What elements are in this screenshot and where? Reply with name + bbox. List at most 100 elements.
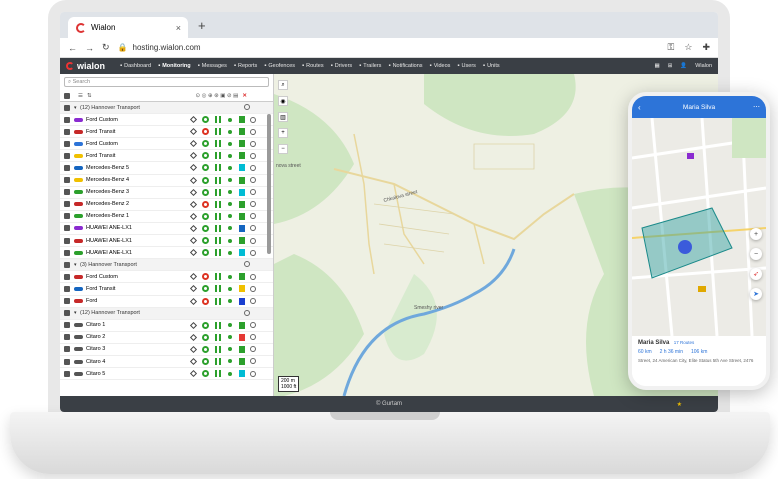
- menu-item-reports[interactable]: ▪ Reports: [234, 63, 257, 69]
- menu-circle-icon[interactable]: [249, 298, 256, 304]
- apps-icon[interactable]: ⊞: [668, 63, 673, 69]
- menu-circle-icon[interactable]: [249, 334, 256, 341]
- row-checkbox[interactable]: [64, 177, 70, 184]
- menu-item-geofences[interactable]: ▪ Geofences: [264, 63, 295, 69]
- row-checkbox[interactable]: [64, 213, 70, 220]
- locate-icon[interactable]: [189, 273, 198, 281]
- locate-icon[interactable]: [189, 140, 198, 148]
- unit-row[interactable]: Mercedes-Benz 4: [60, 175, 273, 187]
- url-field[interactable]: 🔒 hosting.wialon.com: [118, 43, 201, 52]
- locate-icon[interactable]: [189, 212, 198, 220]
- row-checkbox[interactable]: [64, 140, 70, 147]
- unit-row[interactable]: Citaro 1: [60, 320, 273, 332]
- unit-row[interactable]: Ford Custom: [60, 114, 273, 127]
- row-checkbox[interactable]: [64, 322, 70, 329]
- row-checkbox[interactable]: [64, 165, 70, 172]
- menu-item-units[interactable]: ▪ Units: [483, 63, 500, 69]
- forward-arrow-icon[interactable]: →: [85, 43, 94, 53]
- row-checkbox[interactable]: [64, 225, 70, 232]
- menu-circle-icon[interactable]: [249, 346, 256, 353]
- unit-row[interactable]: Ford: [60, 296, 273, 308]
- menu-circle-icon[interactable]: [249, 140, 256, 147]
- locate-icon[interactable]: [189, 224, 198, 232]
- locate-icon[interactable]: [189, 128, 198, 136]
- menu-circle-icon[interactable]: [249, 370, 256, 377]
- menu-item-videos[interactable]: ▪ Videos: [430, 63, 451, 69]
- phone-unit-card[interactable]: Maria Silva 17 Routes 60 km 2 h 36 min 1…: [632, 336, 766, 386]
- wialon-brand[interactable]: wialon: [66, 61, 105, 71]
- menu-circle-icon[interactable]: [244, 309, 250, 316]
- locate-icon[interactable]: [189, 249, 198, 257]
- locate-icon[interactable]: [189, 285, 198, 293]
- locate-icon[interactable]: [189, 297, 198, 305]
- unit-row[interactable]: Mercedes-Benz 1: [60, 211, 273, 223]
- map-zoom-in-button[interactable]: +: [278, 128, 288, 138]
- menu-circle-icon[interactable]: [249, 358, 256, 365]
- phone-map[interactable]: + − ➶ ➤: [632, 118, 766, 336]
- menu-circle-icon[interactable]: [249, 249, 256, 256]
- group-row[interactable]: ▾ (12) Hannover Transport: [60, 307, 273, 320]
- user-name[interactable]: Wialon: [695, 63, 712, 69]
- menu-item-messages[interactable]: ▪ Messages: [198, 63, 227, 69]
- menu-circle-icon[interactable]: [249, 322, 256, 329]
- menu-circle-icon[interactable]: [249, 116, 256, 123]
- menu-circle-icon[interactable]: [244, 261, 250, 268]
- phone-compass-icon[interactable]: ➶: [750, 268, 762, 280]
- locate-icon[interactable]: [189, 152, 198, 160]
- map-zoom-out-button[interactable]: −: [278, 144, 288, 154]
- menu-circle-icon[interactable]: [249, 128, 256, 135]
- row-checkbox[interactable]: [64, 237, 70, 244]
- menu-circle-icon[interactable]: [249, 225, 256, 232]
- locate-icon[interactable]: [189, 321, 198, 329]
- sort-icon[interactable]: ⇅: [87, 93, 92, 99]
- unit-row[interactable]: HUAWEI ANE-LX1: [60, 223, 273, 236]
- more-icon[interactable]: ⋯: [753, 103, 760, 111]
- menu-circle-icon[interactable]: [249, 237, 256, 244]
- close-icon[interactable]: ✕: [242, 93, 247, 99]
- locate-icon[interactable]: [189, 164, 198, 172]
- row-checkbox[interactable]: [64, 310, 70, 317]
- back-chevron-icon[interactable]: ‹: [638, 103, 641, 112]
- user-icon[interactable]: 👤: [680, 63, 687, 69]
- menu-item-users[interactable]: ▪ Users: [457, 63, 476, 69]
- map-search-icon[interactable]: ⌕: [278, 80, 288, 90]
- row-checkbox[interactable]: [64, 116, 70, 123]
- unit-row[interactable]: Citaro 5: [60, 368, 273, 381]
- phone-zoom-out-button[interactable]: −: [750, 248, 762, 260]
- locate-icon[interactable]: [189, 370, 198, 378]
- locate-icon[interactable]: [189, 200, 198, 208]
- menu-circle-icon[interactable]: [249, 152, 256, 159]
- unit-row[interactable]: Ford Custom: [60, 271, 273, 284]
- tab-close-icon[interactable]: ×: [176, 23, 181, 33]
- menu-circle-icon[interactable]: [249, 189, 256, 196]
- row-checkbox[interactable]: [64, 249, 70, 256]
- map-eye-icon[interactable]: ◉: [278, 96, 288, 106]
- unit-row[interactable]: Ford Transit: [60, 150, 273, 163]
- row-checkbox[interactable]: [64, 298, 70, 305]
- menu-circle-icon[interactable]: [249, 201, 256, 208]
- menu-circle-icon[interactable]: [249, 273, 256, 280]
- row-checkbox[interactable]: [64, 201, 70, 208]
- menu-item-monitoring[interactable]: ▪ Monitoring: [158, 63, 191, 69]
- unit-row[interactable]: Ford Custom: [60, 138, 273, 151]
- search-input[interactable]: ⌕ Search: [64, 77, 269, 87]
- unit-row[interactable]: HUAWEI ANE-LX1: [60, 247, 273, 260]
- phone-location-icon[interactable]: ➤: [750, 288, 762, 300]
- unit-row[interactable]: HUAWEI ANE-LX1: [60, 235, 273, 248]
- map-layers-icon[interactable]: ▥: [278, 112, 288, 122]
- unit-row[interactable]: Ford Transit: [60, 283, 273, 296]
- menu-circle-icon[interactable]: [249, 164, 256, 171]
- menu-circle-icon[interactable]: [249, 285, 256, 292]
- row-checkbox[interactable]: [64, 128, 70, 135]
- locate-icon[interactable]: [189, 236, 198, 245]
- menu-circle-icon[interactable]: [244, 104, 250, 110]
- row-checkbox[interactable]: [64, 261, 70, 268]
- row-checkbox[interactable]: [64, 104, 70, 111]
- row-checkbox[interactable]: [64, 358, 70, 365]
- favorite-star-icon[interactable]: ★: [677, 401, 682, 408]
- locate-icon[interactable]: [189, 345, 198, 353]
- row-checkbox[interactable]: [64, 346, 70, 353]
- back-arrow-icon[interactable]: ←: [68, 43, 77, 53]
- row-checkbox[interactable]: [64, 285, 70, 292]
- group-row[interactable]: ▾ (3) Hannover Transport: [60, 259, 273, 272]
